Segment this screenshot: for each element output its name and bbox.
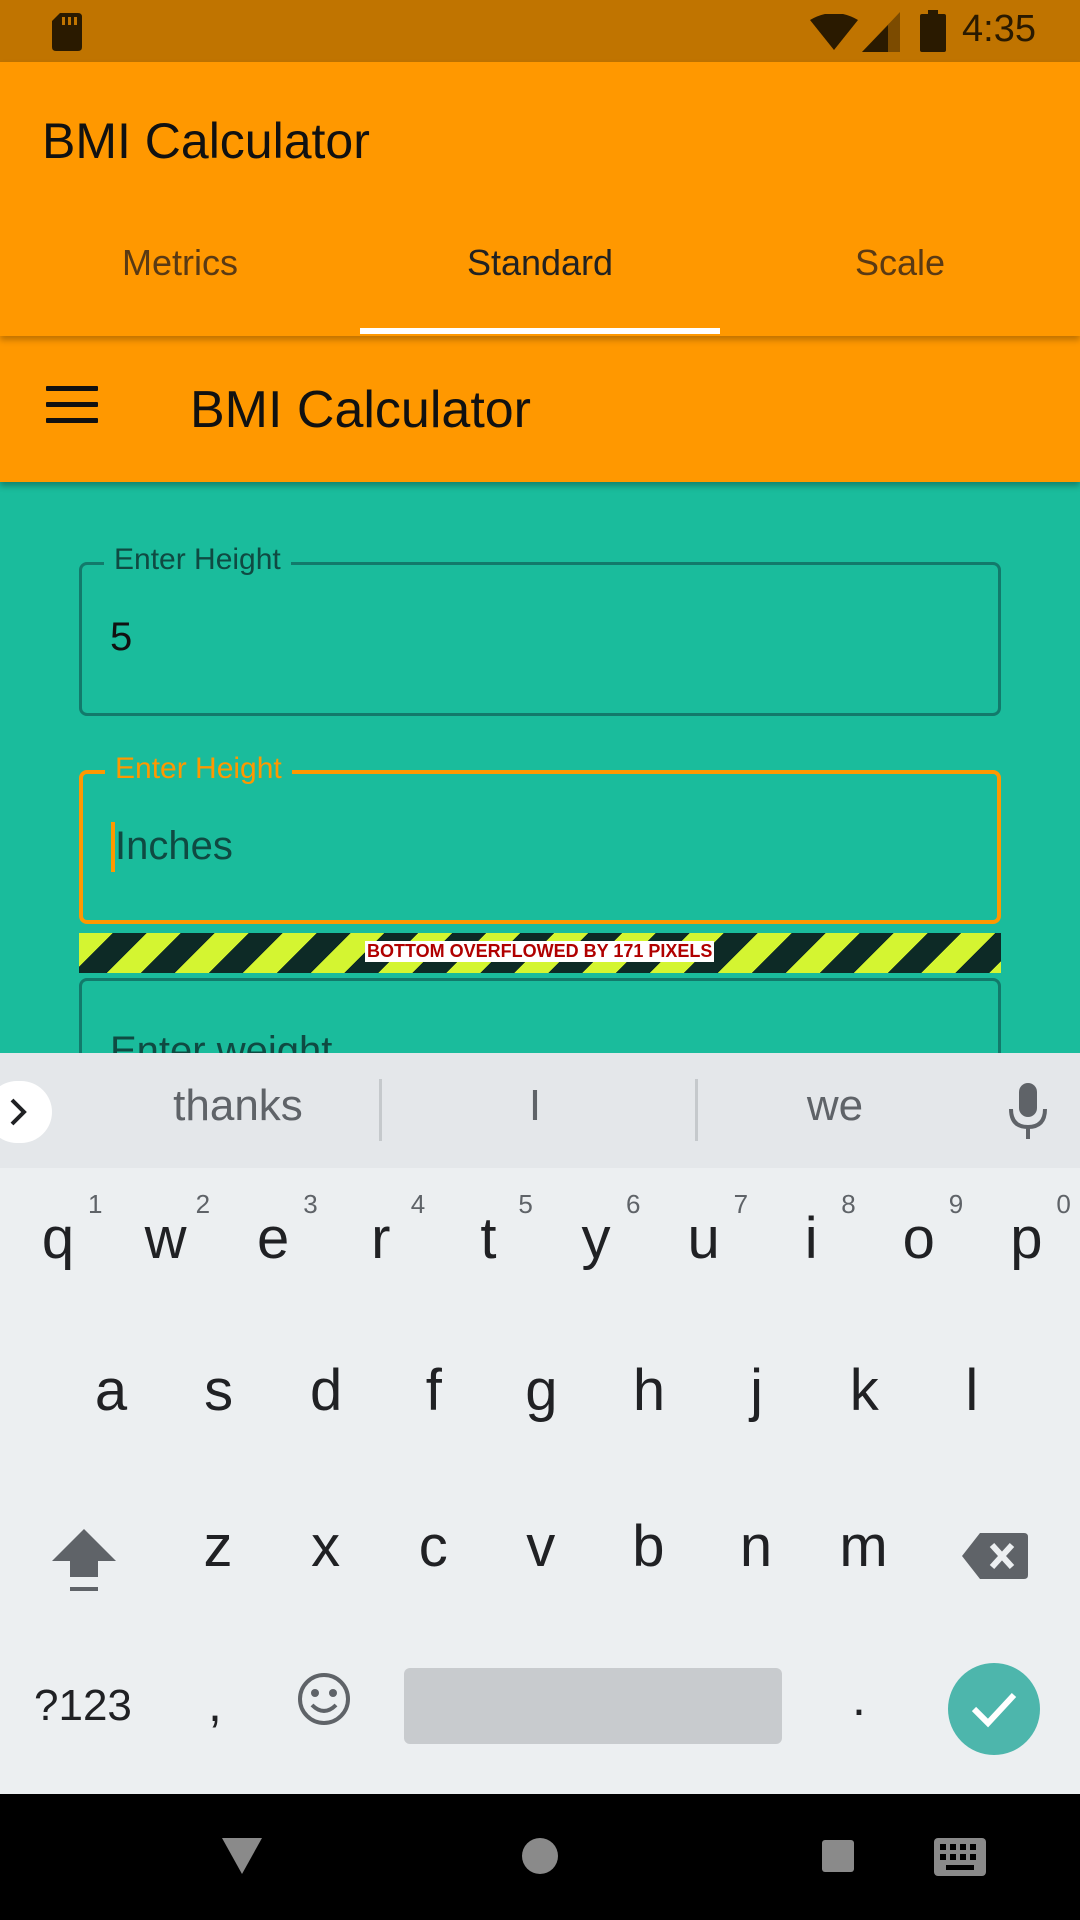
period-key[interactable]: . bbox=[852, 1669, 866, 1727]
status-bar: 4:35 bbox=[0, 0, 1080, 62]
app-title: BMI Calculator bbox=[42, 113, 370, 169]
key-hint: 2 bbox=[195, 1189, 211, 1219]
soft-keyboard: thanks I we q1w2e3r4t5y6u7i8o9p0 asdfghj… bbox=[0, 1053, 1080, 1794]
key-hint: 5 bbox=[518, 1189, 533, 1219]
height-feet-value: 5 bbox=[110, 615, 133, 659]
suggestion-3[interactable]: we bbox=[735, 1081, 935, 1131]
key-h[interactable]: h bbox=[604, 1357, 694, 1424]
done-button[interactable] bbox=[948, 1663, 1040, 1755]
key-l[interactable]: l bbox=[927, 1357, 1017, 1424]
key-b[interactable]: b bbox=[603, 1513, 693, 1580]
key-hint: 8 bbox=[841, 1189, 856, 1219]
symbols-key[interactable]: ?123 bbox=[34, 1681, 132, 1731]
key-hint: 6 bbox=[626, 1189, 641, 1219]
menu-icon[interactable] bbox=[46, 386, 98, 430]
height-inches-placeholder: Inches bbox=[115, 824, 233, 868]
suggestion-1[interactable]: thanks bbox=[128, 1081, 348, 1131]
key-hint: 3 bbox=[303, 1189, 318, 1219]
sd-card-icon bbox=[52, 13, 82, 51]
overflow-warning: BOTTOM OVERFLOWED BY 171 PIXELS bbox=[79, 933, 1001, 973]
key-v[interactable]: v bbox=[496, 1513, 586, 1580]
expand-suggestions-button[interactable] bbox=[0, 1081, 52, 1143]
key-s[interactable]: s bbox=[174, 1357, 264, 1424]
chevron-right-icon bbox=[10, 1098, 27, 1126]
suggestion-strip: thanks I we bbox=[0, 1053, 1080, 1168]
key-n[interactable]: n bbox=[711, 1513, 801, 1580]
suggestion-divider bbox=[379, 1079, 382, 1141]
key-c[interactable]: c bbox=[388, 1513, 478, 1580]
key-d[interactable]: d bbox=[281, 1357, 371, 1424]
wifi-icon bbox=[810, 14, 858, 50]
microphone-icon[interactable] bbox=[1008, 1083, 1048, 1141]
clock: 4:35 bbox=[962, 8, 1036, 50]
home-icon[interactable] bbox=[522, 1838, 558, 1874]
app-bar: BMI Calculator Metrics Standard Scale bbox=[0, 62, 1080, 336]
suggestion-2[interactable]: I bbox=[440, 1081, 630, 1131]
key-m[interactable]: m bbox=[819, 1513, 909, 1580]
recent-apps-icon[interactable] bbox=[822, 1840, 854, 1872]
toolbar: BMI Calculator bbox=[0, 336, 1080, 482]
height-inches-label: Enter Height bbox=[105, 752, 292, 786]
tab-standard[interactable]: Standard bbox=[360, 242, 720, 284]
navigation-bar bbox=[0, 1794, 1080, 1920]
key-hint: 1 bbox=[88, 1189, 103, 1219]
toolbar-title: BMI Calculator bbox=[190, 381, 531, 439]
key-k[interactable]: k bbox=[819, 1357, 909, 1424]
back-icon[interactable] bbox=[222, 1838, 262, 1874]
height-feet-label: Enter Height bbox=[104, 543, 291, 577]
key-f[interactable]: f bbox=[389, 1357, 479, 1424]
keyboard-icon[interactable] bbox=[934, 1838, 986, 1876]
key-a[interactable]: a bbox=[66, 1357, 156, 1424]
key-z[interactable]: z bbox=[173, 1513, 263, 1580]
overflow-message: BOTTOM OVERFLOWED BY 171 PIXELS bbox=[365, 941, 715, 962]
height-feet-field[interactable]: Enter Height 5 bbox=[79, 543, 1001, 716]
key-hint: 7 bbox=[733, 1189, 749, 1219]
height-inches-field[interactable]: Enter Height Inches bbox=[79, 752, 1001, 924]
tab-metrics[interactable]: Metrics bbox=[0, 242, 360, 284]
key-x[interactable]: x bbox=[281, 1513, 371, 1580]
emoji-icon[interactable] bbox=[296, 1671, 352, 1727]
tab-scale[interactable]: Scale bbox=[720, 242, 1080, 284]
backspace-icon[interactable] bbox=[962, 1531, 1028, 1581]
check-icon bbox=[971, 1692, 1017, 1728]
tab-indicator bbox=[360, 328, 720, 334]
signal-icon bbox=[862, 12, 900, 52]
comma-key[interactable]: , bbox=[208, 1675, 222, 1733]
shift-icon[interactable] bbox=[50, 1525, 118, 1597]
key-g[interactable]: g bbox=[496, 1357, 586, 1424]
key-hint: 4 bbox=[410, 1189, 426, 1219]
space-bar[interactable] bbox=[404, 1668, 782, 1744]
key-j[interactable]: j bbox=[712, 1357, 802, 1424]
key-hint: 0 bbox=[1056, 1189, 1071, 1219]
suggestion-divider bbox=[695, 1079, 698, 1141]
key-hint: 9 bbox=[948, 1189, 964, 1219]
battery-icon bbox=[920, 10, 946, 52]
